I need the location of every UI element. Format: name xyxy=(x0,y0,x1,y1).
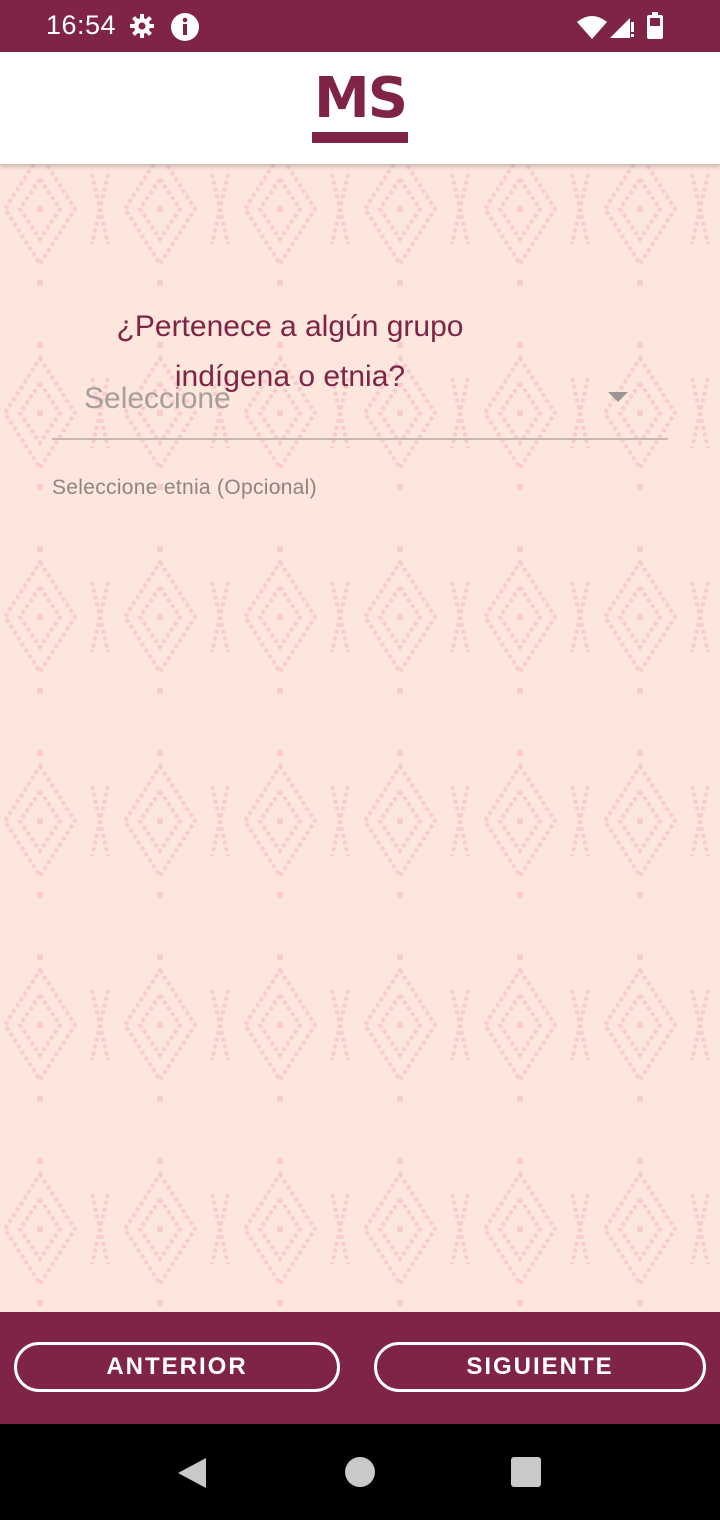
question-label: ¿Pertenece a algún grupo indígena o etni… xyxy=(116,310,464,393)
battery-icon xyxy=(646,12,664,45)
status-bar: 16:54 xyxy=(0,0,720,52)
system-navigation-bar xyxy=(0,1424,720,1520)
back-icon[interactable] xyxy=(176,1456,208,1495)
gear-icon xyxy=(128,12,156,45)
status-time: 16:54 xyxy=(46,10,117,40)
info-icon xyxy=(170,12,200,47)
logo-text: MS xyxy=(313,66,408,131)
helper-text: Seleccione etnia (Opcional) xyxy=(52,476,317,499)
signal-icon xyxy=(608,14,636,45)
ms-logo: MS xyxy=(310,66,410,146)
dropdown-caret-icon xyxy=(608,392,628,402)
previous-button[interactable]: ANTERIOR xyxy=(14,1342,340,1392)
app-header: MS xyxy=(0,52,720,164)
form-content: Seleccione ¿Pertenece a algún grupo indí… xyxy=(0,164,720,1312)
logo-underline xyxy=(312,132,408,143)
bottom-bar: ANTERIOR SIGUIENTE xyxy=(0,1312,720,1424)
next-button[interactable]: SIGUIENTE xyxy=(374,1342,706,1392)
wifi-icon xyxy=(576,14,608,45)
home-icon[interactable] xyxy=(345,1457,375,1487)
recent-apps-icon[interactable] xyxy=(511,1457,541,1487)
